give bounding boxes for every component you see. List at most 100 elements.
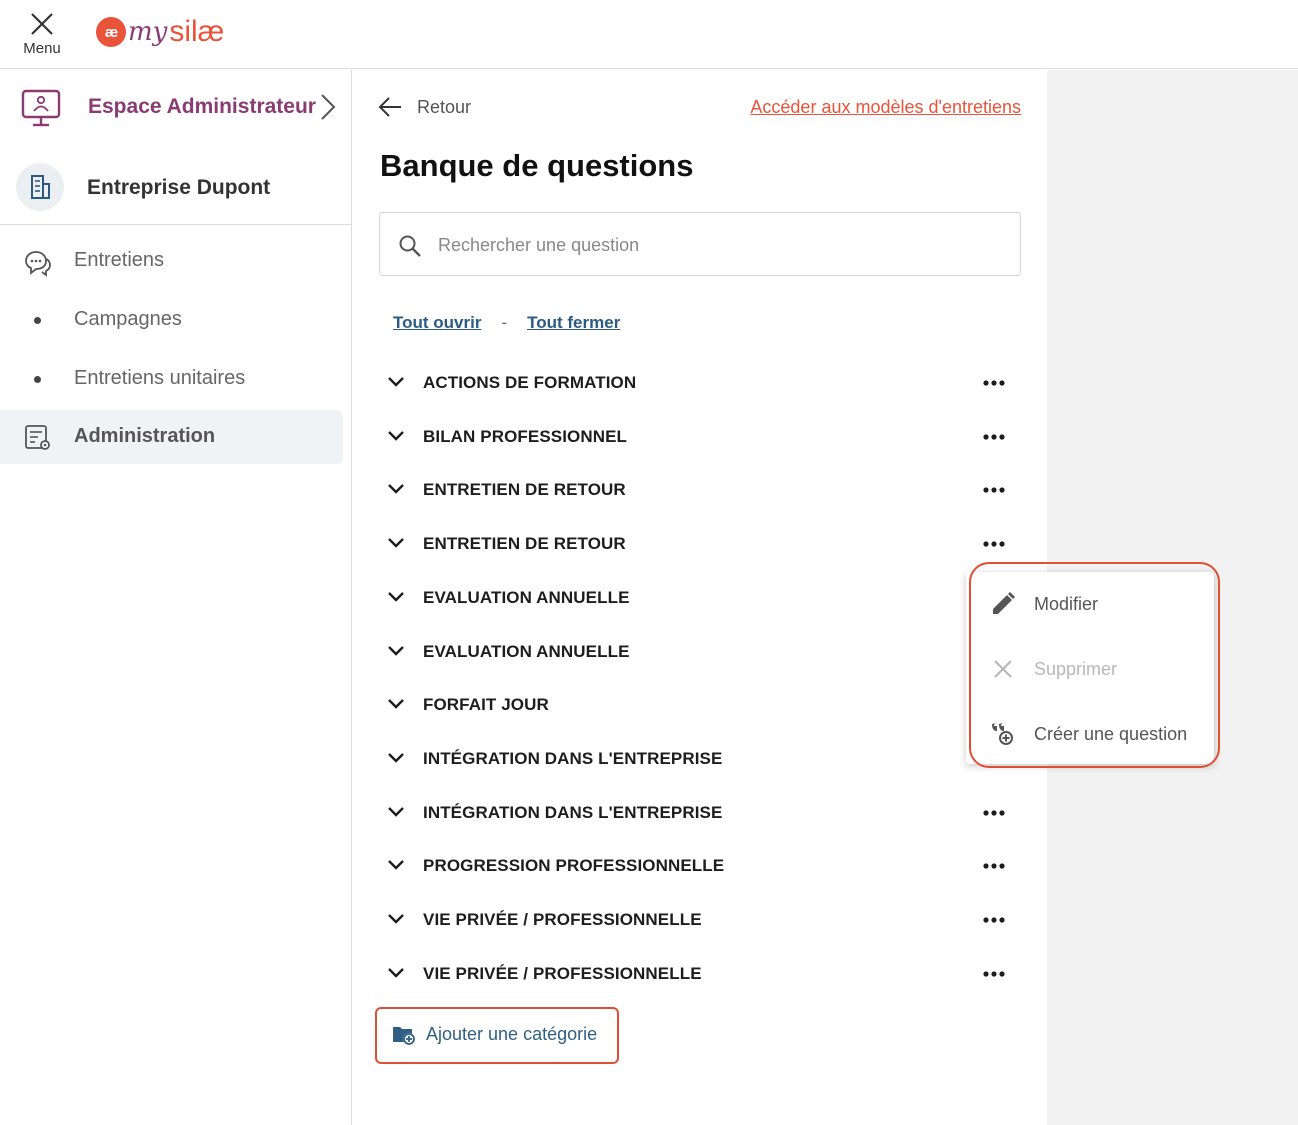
more-options-button[interactable] [979, 534, 1009, 554]
chevron-down-icon [387, 966, 405, 985]
sidebar-item-label: Administration [74, 425, 216, 447]
more-options-button[interactable] [979, 803, 1009, 823]
category-label: FORFAIT JOUR [423, 695, 549, 714]
more-horizontal-icon [983, 541, 1005, 547]
sidebar-item-campagnes[interactable]: Campagnes [0, 295, 343, 345]
separator: - [501, 313, 508, 332]
menu-item-label: Supprimer [1034, 659, 1118, 679]
back-button[interactable]: Retour [377, 94, 471, 120]
category-row[interactable]: PROGRESSION PROFESSIONNELLE [377, 846, 1021, 886]
category-row[interactable]: VIE PRIVÉE / PROFESSIONNELLE [377, 954, 1021, 994]
close-all-link[interactable]: Tout fermer [527, 313, 620, 333]
monitor-user-icon [20, 88, 62, 133]
search-icon [398, 234, 422, 263]
search-input[interactable] [438, 225, 998, 265]
top-bar: Menu æ my silæ [0, 0, 1298, 69]
bullet-icon [34, 376, 41, 383]
chevron-down-icon [387, 429, 405, 448]
chevron-down-icon [387, 590, 405, 609]
more-horizontal-icon [983, 487, 1005, 493]
category-label: BILAN PROFESSIONNEL [423, 427, 628, 446]
sidebar-item-label: Campagnes [74, 308, 182, 330]
more-options-button[interactable] [979, 964, 1009, 984]
expand-collapse-links: Tout ouvrir - Tout fermer [393, 313, 620, 333]
open-all-link[interactable]: Tout ouvrir [393, 313, 481, 333]
more-horizontal-icon [983, 810, 1005, 816]
more-options-button[interactable] [979, 910, 1009, 930]
menu-label: Menu [23, 40, 61, 57]
menu-item-modifier[interactable]: Modifier [966, 575, 1214, 631]
close-icon [990, 656, 1016, 687]
category-label: ENTRETIEN DE RETOUR [423, 480, 626, 499]
add-category-label: Ajouter une catégorie [426, 1024, 598, 1044]
category-row[interactable]: EVALUATION ANNUELLE [377, 578, 1021, 618]
add-category-button[interactable]: Ajouter une catégorie [375, 1007, 619, 1064]
category-label: ENTRETIEN DE RETOUR [423, 534, 626, 553]
search-field[interactable] [379, 212, 1021, 276]
category-label: VIE PRIVÉE / PROFESSIONNELLE [423, 910, 702, 929]
logo-silae: silæ [169, 15, 225, 48]
chevron-down-icon [387, 482, 405, 501]
category-row[interactable]: EVALUATION ANNUELLE [377, 632, 1021, 672]
category-row[interactable]: INTÉGRATION DANS L'ENTREPRISE [377, 793, 1021, 833]
sidebar: Espace Administrateur Entreprise Dupont [0, 70, 352, 1125]
category-label: VIE PRIVÉE / PROFESSIONNELLE [423, 964, 702, 983]
page-title: Banque de questions [380, 148, 694, 183]
category-actions-menu: Modifier Supprimer Créer une question [966, 572, 1214, 764]
more-horizontal-icon [983, 380, 1005, 386]
bullet-icon [34, 317, 41, 324]
chevron-down-icon [387, 697, 405, 716]
menu-item-label: Modifier [1034, 594, 1099, 614]
category-row[interactable]: ENTRETIEN DE RETOUR [377, 470, 1021, 510]
menu-item-supprimer: Supprimer [966, 640, 1214, 696]
admin-settings-icon [24, 424, 52, 457]
category-row[interactable]: ACTIONS DE FORMATION [377, 363, 1021, 403]
quote-add-icon [990, 721, 1016, 752]
admin-space-switcher[interactable]: Espace Administrateur [0, 84, 352, 132]
chevron-down-icon [387, 375, 405, 394]
more-options-button[interactable] [979, 427, 1009, 447]
interview-models-link[interactable]: Accéder aux modèles d'entretiens [750, 97, 1021, 118]
menu-button[interactable]: Menu [18, 10, 66, 62]
category-row[interactable]: FORFAIT JOUR [377, 685, 1021, 725]
category-row[interactable]: INTÉGRATION DANS L'ENTREPRISE [377, 739, 1021, 779]
category-label: INTÉGRATION DANS L'ENTREPRISE [423, 803, 723, 822]
company-name: Entreprise Dupont [87, 176, 271, 199]
chevron-down-icon [387, 644, 405, 663]
company-selector[interactable]: Entreprise Dupont [0, 162, 352, 222]
back-label: Retour [417, 96, 472, 117]
more-horizontal-icon [983, 863, 1005, 869]
chat-bubbles-icon [22, 249, 52, 282]
more-options-button[interactable] [979, 480, 1009, 500]
logo-badge: æ [96, 17, 126, 47]
sidebar-item-label: Entretiens unitaires [74, 367, 246, 389]
arrow-left-icon [378, 97, 401, 117]
category-label: EVALUATION ANNUELLE [423, 588, 630, 607]
category-label: ACTIONS DE FORMATION [423, 373, 637, 392]
chevron-down-icon [387, 912, 405, 931]
more-options-button[interactable] [979, 856, 1009, 876]
category-label: PROGRESSION PROFESSIONNELLE [423, 856, 725, 875]
admin-space-label: Espace Administrateur [88, 95, 316, 118]
category-row[interactable]: ENTRETIEN DE RETOUR [377, 524, 1021, 564]
chevron-down-icon [387, 751, 405, 770]
menu-item-creer-question[interactable]: Créer une question [966, 705, 1214, 761]
sidebar-item-entretiens-unitaires[interactable]: Entretiens unitaires [0, 354, 343, 404]
pencil-icon [990, 591, 1016, 622]
sidebar-item-entretiens[interactable]: Entretiens [0, 236, 343, 286]
more-options-button[interactable] [979, 373, 1009, 393]
category-row[interactable]: VIE PRIVÉE / PROFESSIONNELLE [377, 900, 1021, 940]
sidebar-item-label: Entretiens [74, 249, 165, 271]
sidebar-item-administration[interactable]: Administration [0, 410, 343, 464]
category-row[interactable]: BILAN PROFESSIONNEL [377, 417, 1021, 457]
building-icon [16, 163, 64, 211]
close-icon [31, 13, 53, 35]
chevron-down-icon [387, 536, 405, 555]
folder-add-icon [392, 1024, 416, 1051]
more-horizontal-icon [983, 917, 1005, 923]
menu-item-label: Créer une question [1034, 724, 1188, 744]
mysilae-logo[interactable]: æ my silæ [96, 14, 224, 50]
sidebar-divider [0, 224, 352, 225]
category-label: INTÉGRATION DANS L'ENTREPRISE [423, 749, 723, 768]
category-label: EVALUATION ANNUELLE [423, 642, 630, 661]
